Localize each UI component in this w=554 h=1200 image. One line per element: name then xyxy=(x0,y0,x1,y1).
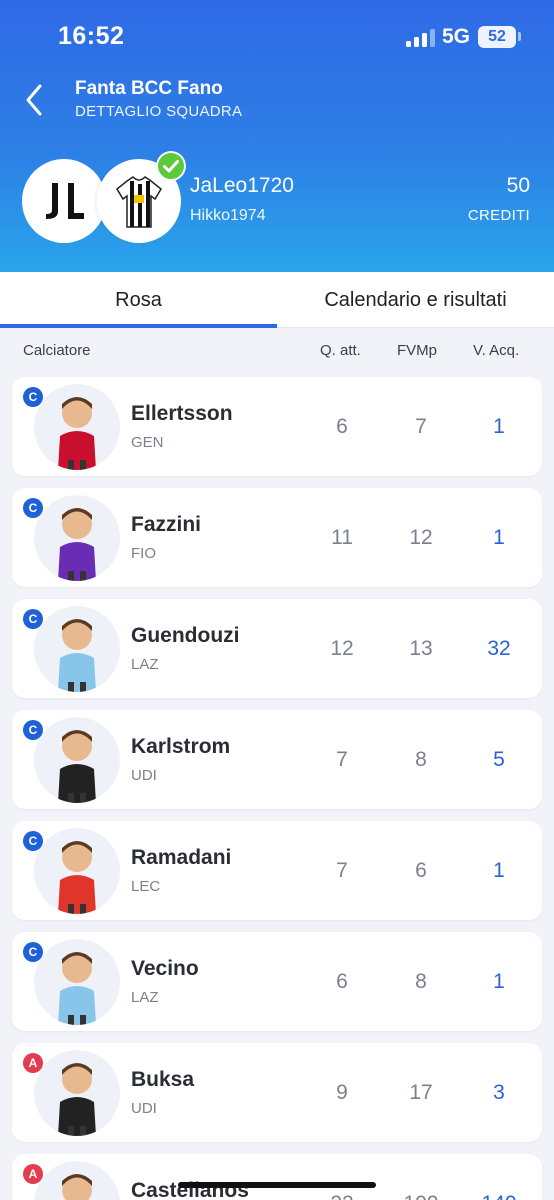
status-time: 16:52 xyxy=(58,22,125,50)
player-q-att: 6 xyxy=(336,415,348,438)
player-q-att: 6 xyxy=(336,970,348,993)
player-row[interactable]: C Ellertsson GEN 6 7 1 xyxy=(12,377,542,476)
player-fvmp: 12 xyxy=(409,526,433,549)
player-v-acq: 32 xyxy=(487,637,511,660)
role-badge: C xyxy=(23,720,43,740)
active-tab-indicator xyxy=(0,324,277,328)
player-fvmp: 7 xyxy=(415,415,427,438)
player-v-acq: 1 xyxy=(493,415,505,438)
player-row[interactable]: A Castellanos LAZ 22 109 140 xyxy=(12,1154,542,1200)
role-badge: C xyxy=(23,498,43,518)
back-chevron-icon[interactable] xyxy=(22,82,50,118)
player-team: LAZ xyxy=(131,656,159,673)
role-badge: C xyxy=(23,942,43,962)
player-avatar xyxy=(34,1050,120,1136)
player-team: LEC xyxy=(131,878,161,895)
page-subtitle: DETTAGLIO SQUADRA xyxy=(75,103,243,120)
player-avatar xyxy=(34,939,120,1025)
player-avatar-icon xyxy=(58,841,96,914)
team-logo xyxy=(22,159,106,243)
player-row[interactable]: C Vecino LAZ 6 8 1 xyxy=(12,932,542,1031)
player-avatar-icon xyxy=(58,397,96,470)
player-q-att: 22 xyxy=(312,1192,372,1200)
credits-label: CREDITI xyxy=(467,207,530,224)
player-v-acq: 5 xyxy=(493,748,505,771)
player-fvmp: 109 xyxy=(391,1192,451,1200)
player-name: Karlstrom xyxy=(131,735,231,758)
network-label: 5G xyxy=(442,25,471,48)
tab-rosa[interactable]: Rosa xyxy=(0,272,277,328)
player-row[interactable]: A Buksa UDI 9 17 3 xyxy=(12,1043,542,1142)
team-name: JaLeo1720 xyxy=(190,174,294,197)
battery-icon: 52 xyxy=(478,26,516,48)
league-title: Fanta BCC Fano xyxy=(75,78,223,99)
verified-check-icon xyxy=(156,151,186,181)
column-header-fvmp: FVMp xyxy=(397,342,438,359)
player-q-att: 12 xyxy=(330,637,354,660)
player-q-att: 7 xyxy=(336,859,348,882)
column-header-v-acq: V. Acq. xyxy=(473,342,520,359)
player-q-att: 7 xyxy=(336,748,348,771)
player-avatar xyxy=(34,495,120,581)
role-badge: A xyxy=(23,1164,43,1184)
player-avatar xyxy=(34,1161,120,1200)
player-team: FIO xyxy=(131,545,156,562)
player-team: LAZ xyxy=(131,989,159,1006)
home-indicator xyxy=(178,1182,376,1188)
player-avatar-icon xyxy=(58,1063,96,1136)
player-fvmp: 8 xyxy=(415,970,427,993)
tab-bar: Rosa Calendario e risultati xyxy=(0,272,554,328)
role-badge: A xyxy=(23,1053,43,1073)
player-avatar-icon xyxy=(62,1174,92,1200)
player-row[interactable]: C Fazzini FIO 11 12 1 xyxy=(12,488,542,587)
player-team: UDI xyxy=(131,1100,157,1117)
player-name: Fazzini xyxy=(131,513,202,536)
player-v-acq: 1 xyxy=(493,970,505,993)
credits-value: 50 xyxy=(506,174,530,197)
player-name: Guendouzi xyxy=(131,624,240,647)
role-badge: C xyxy=(23,387,43,407)
player-fvmp: 17 xyxy=(409,1081,433,1104)
player-fvmp: 6 xyxy=(415,859,427,882)
player-row[interactable]: C Ramadani LEC 7 6 1 xyxy=(12,821,542,920)
player-row[interactable]: C Guendouzi LAZ 12 13 32 xyxy=(12,599,542,698)
player-avatar xyxy=(34,384,120,470)
player-avatar xyxy=(34,717,120,803)
jl-logo-icon xyxy=(46,183,84,219)
player-q-att: 11 xyxy=(331,526,353,549)
player-q-att: 9 xyxy=(336,1081,348,1104)
tab-calendario[interactable]: Calendario e risultati xyxy=(277,272,554,328)
player-name: Vecino xyxy=(131,957,199,980)
player-row[interactable]: C Karlstrom UDI 7 8 5 xyxy=(12,710,542,809)
player-name: Ellertsson xyxy=(131,402,233,425)
player-fvmp: 8 xyxy=(415,748,427,771)
player-name: Ramadani xyxy=(131,846,232,869)
player-team: GEN xyxy=(131,434,164,451)
player-avatar xyxy=(34,828,120,914)
player-avatar-icon xyxy=(58,730,96,803)
player-avatar xyxy=(34,606,120,692)
battery-tip xyxy=(518,32,521,41)
role-badge: C xyxy=(23,609,43,629)
team-owner: Hikko1974 xyxy=(190,207,266,224)
player-v-acq: 140 xyxy=(469,1192,529,1200)
player-avatar-icon xyxy=(58,952,96,1025)
status-bar: 16:52 5G 52 xyxy=(0,0,554,70)
role-badge: C xyxy=(23,831,43,851)
player-v-acq: 3 xyxy=(493,1081,505,1104)
player-team: UDI xyxy=(131,767,157,784)
signal-icon xyxy=(406,29,436,47)
column-header-q-att: Q. att. xyxy=(320,342,361,359)
player-name: Buksa xyxy=(131,1068,195,1091)
player-avatar-icon xyxy=(58,508,96,581)
player-avatar-icon xyxy=(58,619,96,692)
player-v-acq: 1 xyxy=(493,526,505,549)
column-header-player: Calciatore xyxy=(23,342,91,359)
player-fvmp: 13 xyxy=(409,637,433,660)
player-v-acq: 1 xyxy=(493,859,505,882)
header: 16:52 5G 52 Fanta BCC Fano DETTAGLIO SQU… xyxy=(0,0,554,272)
